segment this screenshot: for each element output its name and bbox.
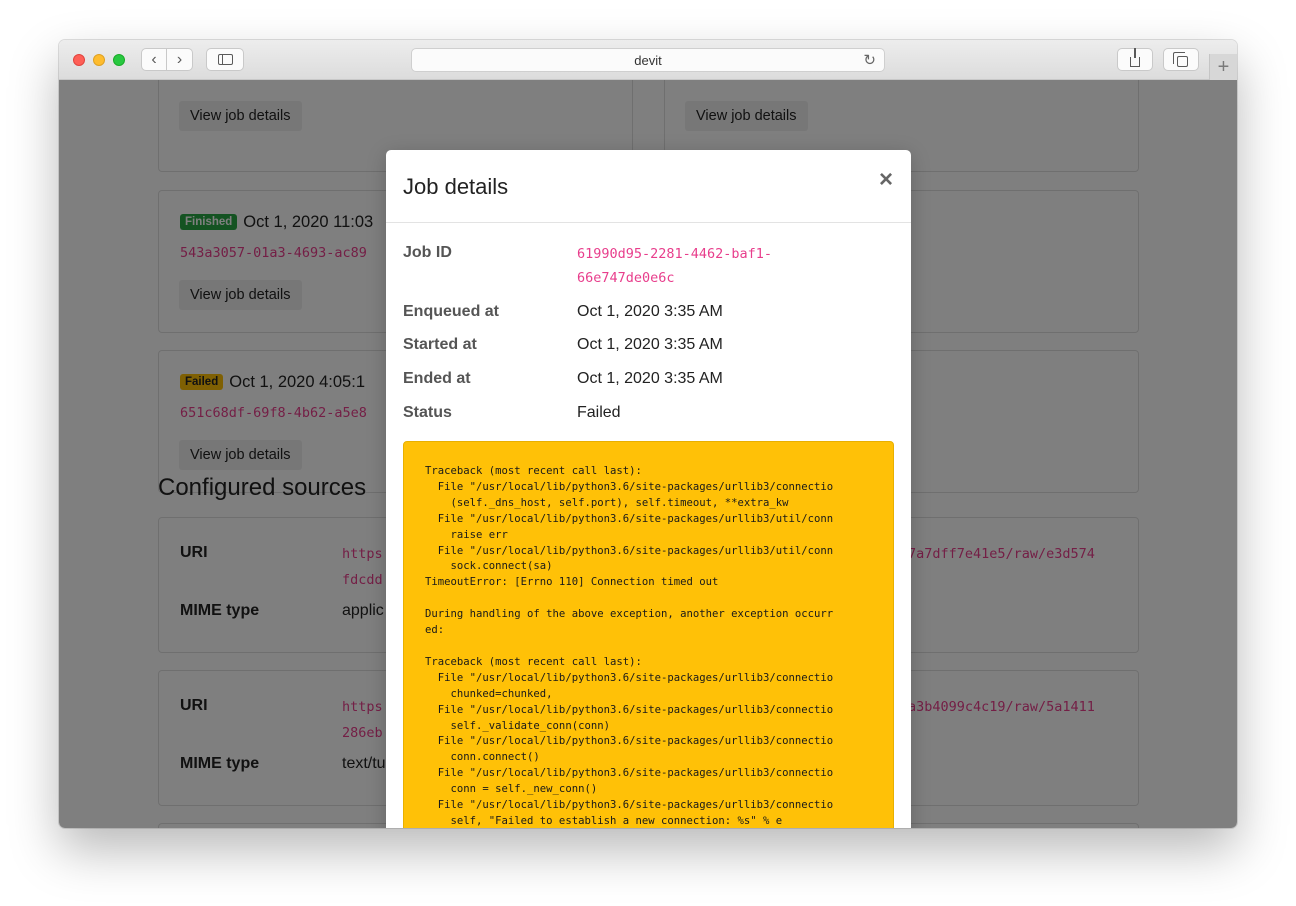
reload-icon[interactable]: ↻ <box>863 51 876 69</box>
traceback-text: Traceback (most recent call last): File … <box>425 465 834 827</box>
modal-header: Job details × <box>386 150 911 223</box>
page-content: View job details View job details Finish… <box>59 80 1237 828</box>
job-details-modal: Job details × Job ID 61990d95-2281-4462-… <box>386 150 911 828</box>
minimize-window-button[interactable] <box>93 54 105 66</box>
started-at-label: Started at <box>403 336 477 353</box>
ended-at-value: Oct 1, 2020 3:35 AM <box>577 370 723 387</box>
plus-icon: + <box>1217 55 1230 78</box>
ended-at-label: Ended at <box>403 370 471 387</box>
job-id-label: Job ID <box>403 244 452 261</box>
forward-button[interactable]: › <box>167 48 193 71</box>
browser-titlebar: ‹ › devit ↻ + <box>59 40 1237 80</box>
status-value: Failed <box>577 404 621 421</box>
sidebar-toggle-button[interactable] <box>206 48 244 71</box>
status-label: Status <box>403 404 452 421</box>
job-id-value: 61990d95-2281-4462-baf1-66e747de0e6c <box>577 246 773 286</box>
tabs-icon <box>1173 51 1188 67</box>
new-tab-button[interactable]: + <box>1209 54 1237 80</box>
tab-overview-button[interactable] <box>1163 48 1199 71</box>
chevron-right-icon: › <box>176 50 183 68</box>
modal-title: Job details <box>403 174 509 199</box>
zoom-window-button[interactable] <box>113 54 125 66</box>
close-icon[interactable]: × <box>879 168 893 192</box>
sidebar-icon <box>217 54 233 65</box>
back-button[interactable]: ‹ <box>141 48 167 71</box>
started-at-value: Oct 1, 2020 3:35 AM <box>577 336 723 353</box>
chevron-left-icon: ‹ <box>151 50 157 68</box>
traceback-alert: Traceback (most recent call last): File … <box>403 441 894 828</box>
close-window-button[interactable] <box>73 54 85 66</box>
share-icon <box>1130 47 1140 67</box>
enqueued-at-label: Enqueued at <box>403 303 500 320</box>
address-text: devit <box>634 52 662 68</box>
browser-window: ‹ › devit ↻ + View job details View job … <box>59 40 1237 828</box>
share-button[interactable] <box>1117 47 1153 71</box>
enqueued-at-value: Oct 1, 2020 3:35 AM <box>577 303 723 320</box>
address-bar[interactable]: devit ↻ <box>411 48 885 72</box>
